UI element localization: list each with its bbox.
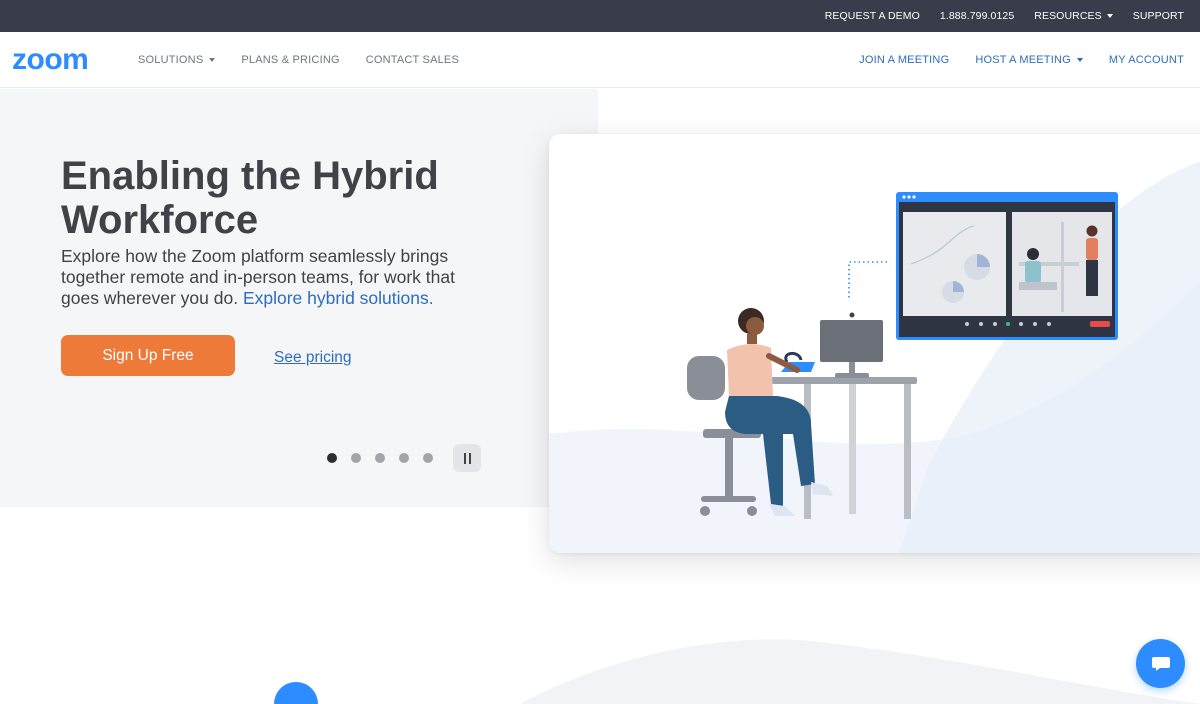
chevron-down-icon [209, 58, 216, 62]
utility-links: REQUEST A DEMO 1.888.799.0125 RESOURCES … [825, 0, 1184, 32]
main-nav: zoom SOLUTIONS PLANS & PRICING CONTACT S… [0, 32, 1200, 88]
logo-text: zoom [12, 46, 88, 74]
carousel-dot-5[interactable] [423, 453, 433, 463]
top-utility-bar: REQUEST A DEMO 1.888.799.0125 RESOURCES … [0, 0, 1200, 32]
hero-title: Enabling the Hybrid Workforce [61, 154, 439, 242]
hero-illustration-card [549, 134, 1200, 553]
pause-icon [463, 452, 466, 464]
sign-up-free-button[interactable]: Sign Up Free [61, 335, 235, 376]
carousel-dot-3[interactable] [375, 453, 385, 463]
plans-pricing-link[interactable]: PLANS & PRICING [241, 54, 339, 66]
support-link[interactable]: SUPPORT [1133, 10, 1184, 22]
carousel-pause-button[interactable] [453, 444, 481, 472]
resources-menu[interactable]: RESOURCES [1034, 10, 1113, 22]
solutions-label: SOLUTIONS [138, 54, 204, 66]
chat-bubble-icon [1151, 656, 1170, 671]
chat-support-button[interactable] [1136, 639, 1185, 688]
host-meeting-menu[interactable]: HOST A MEETING [975, 54, 1083, 66]
request-demo-link[interactable]: REQUEST A DEMO [825, 10, 920, 22]
carousel-controls [327, 443, 481, 473]
carousel-dot-2[interactable] [351, 453, 361, 463]
chevron-down-icon [1076, 58, 1083, 62]
carousel-dot-4[interactable] [399, 453, 409, 463]
host-meeting-label: HOST A MEETING [975, 54, 1071, 66]
contact-sales-link[interactable]: CONTACT SALES [366, 54, 459, 66]
solutions-menu[interactable]: SOLUTIONS [138, 54, 216, 66]
pause-icon-bar [468, 452, 471, 464]
resources-label: RESOURCES [1034, 10, 1102, 22]
chevron-down-icon [1106, 14, 1113, 18]
video-call-window [896, 192, 1118, 340]
bottom-decorative-wave [274, 639, 1200, 704]
nav-left-links: SOLUTIONS PLANS & PRICING CONTACT SALES [138, 32, 459, 88]
phone-number-link[interactable]: 1.888.799.0125 [940, 10, 1014, 22]
explore-hybrid-link[interactable]: Explore hybrid solutions. [243, 288, 434, 308]
join-meeting-link[interactable]: JOIN A MEETING [859, 54, 949, 66]
carousel-dot-1[interactable] [327, 453, 337, 463]
see-pricing-link[interactable]: See pricing [274, 349, 352, 367]
zoom-logo[interactable]: zoom [12, 46, 110, 74]
nav-right-links: JOIN A MEETING HOST A MEETING MY ACCOUNT [859, 32, 1184, 88]
hybrid-work-illustration [549, 161, 1200, 553]
my-account-link[interactable]: MY ACCOUNT [1109, 54, 1184, 66]
hero-description: Explore how the Zoom platform seamlessly… [61, 246, 481, 309]
